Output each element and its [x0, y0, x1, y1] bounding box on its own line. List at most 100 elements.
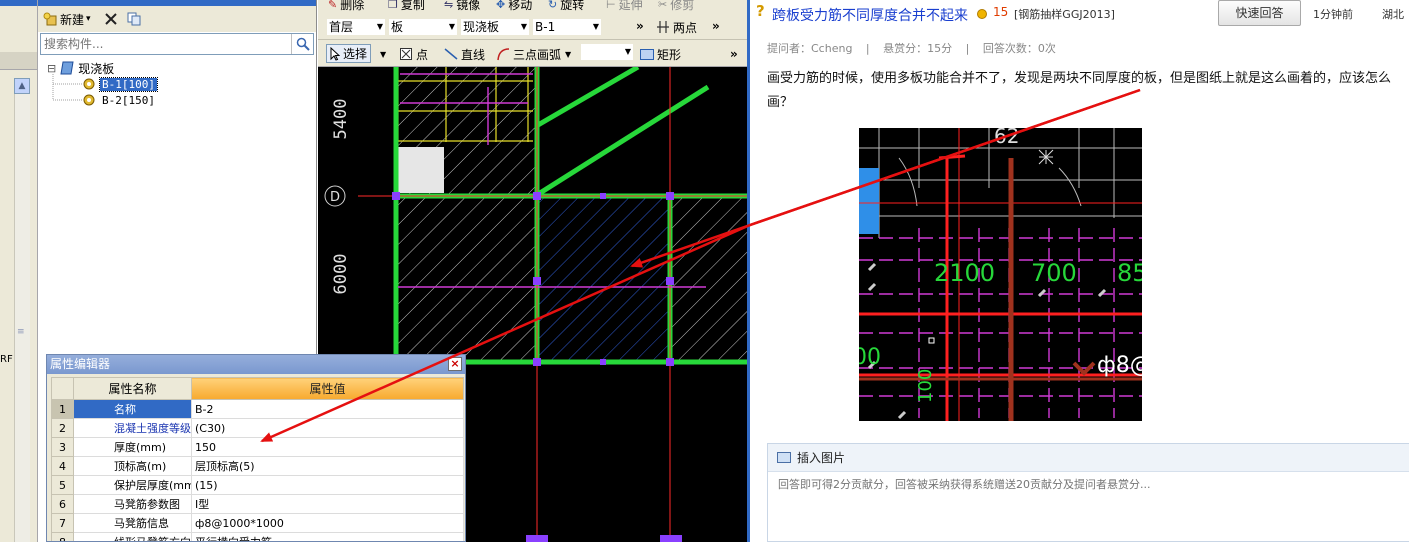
point-tool-button[interactable]: 点: [400, 44, 428, 64]
property-value-cell[interactable]: (15): [191, 475, 464, 495]
slab-b1[interactable]: [396, 197, 536, 362]
arc-tool-button[interactable]: 三点画弧 ▼: [496, 44, 571, 64]
select-tool-label: 选择: [343, 47, 368, 61]
tree-root-label: 现浇板: [78, 61, 115, 76]
extend-tool-icon: ⊢: [606, 0, 616, 11]
tree-item-label: B-2[150]: [102, 93, 155, 107]
new-dropdown-arrow[interactable]: ▾: [86, 14, 91, 24]
tree-item-b2[interactable]: B-2[150]: [82, 92, 157, 108]
meta-separator: |: [965, 42, 970, 55]
trim-tool-icon: ✂: [658, 0, 668, 11]
move-tool-button[interactable]: ✥ 移动: [496, 0, 532, 14]
toolbar-overflow-button[interactable]: »: [636, 16, 644, 36]
answer-input[interactable]: [778, 476, 1398, 536]
question-body: 画受力筋的时候，使用多板功能合并不了，发现是两块不同厚度的板，但是图纸上就是这么…: [767, 71, 1392, 110]
question-time: 1分钟前: [1313, 8, 1353, 21]
component-toolbar: 新建 ▾: [38, 6, 316, 32]
rectangle-icon: [640, 48, 654, 60]
trim-tool-button[interactable]: ✂ 修剪: [658, 0, 694, 14]
property-row[interactable]: 8线形马凳筋方向平行横向受力筋: [51, 532, 464, 541]
search-button[interactable]: [291, 34, 313, 54]
property-row[interactable]: 4 顶标高(m) 层顶标高(5): [51, 456, 464, 476]
slab-right[interactable]: [672, 197, 747, 362]
rect-tool-button[interactable]: 矩形: [640, 44, 681, 64]
row-index: 2: [51, 418, 74, 438]
rotate-tool-button[interactable]: ↻ 旋转: [548, 0, 584, 14]
search-input[interactable]: [41, 34, 289, 54]
property-row[interactable]: 5 保护层厚度(mm) (15): [51, 475, 464, 495]
delete-component-button[interactable]: [104, 10, 118, 28]
row-index: 5: [51, 475, 74, 495]
tree-root[interactable]: ⊟ 现浇板: [47, 60, 116, 76]
left-scrollbar[interactable]: [14, 78, 30, 542]
reward-score: 15: [993, 5, 1009, 19]
row-index: 1: [51, 399, 74, 419]
image-icon: [777, 452, 791, 463]
two-point-button[interactable]: 两点: [656, 17, 697, 37]
floor-select-value: 首层: [329, 20, 354, 34]
extend-tool-button[interactable]: ⊢ 延伸: [606, 0, 643, 14]
attachment-blue-block: [859, 168, 879, 234]
select-tool-button[interactable]: 选择: [326, 44, 372, 63]
property-value-cell[interactable]: ф8@1000*1000: [191, 513, 464, 533]
tree-item-b1[interactable]: B-1[100]: [82, 76, 158, 92]
toolbar-overflow-button[interactable]: »: [712, 16, 720, 36]
new-component-label: 新建: [60, 12, 85, 27]
mirror-tool-icon: ⇋: [444, 0, 454, 11]
question-tag[interactable]: [钢筋抽样GGJ2013]: [1014, 6, 1115, 22]
attachment-dim-00: 00: [859, 345, 881, 370]
property-row[interactable]: 7 马凳筋信息 ф8@1000*1000: [51, 513, 464, 533]
property-value-cell[interactable]: 平行横向受力筋: [191, 532, 464, 541]
chevron-down-icon: ▼: [624, 47, 631, 56]
toolbar-overflow-button[interactable]: »: [730, 44, 738, 64]
answer-editor: 插入图片: [767, 443, 1409, 542]
line-tool-button[interactable]: 直线: [444, 44, 485, 64]
component-select-value: B-1: [535, 20, 556, 34]
property-value-cell[interactable]: Ⅰ型: [191, 494, 464, 514]
property-row[interactable]: 6 马凳筋参数图 Ⅰ型: [51, 494, 464, 514]
attachment-dim-2100: 2100: [934, 259, 995, 287]
property-row[interactable]: 2 混凝土强度等级 (C30): [51, 418, 464, 438]
dim-5400: 5400: [331, 99, 351, 140]
property-row[interactable]: 1 名称 B-2: [51, 399, 464, 419]
select-dropdown-arrow[interactable]: ▼: [380, 44, 386, 64]
scroll-up-button[interactable]: ▲: [14, 78, 30, 94]
slab-b2[interactable]: [538, 197, 670, 362]
copy-component-button[interactable]: [126, 10, 142, 28]
property-editor-titlebar[interactable]: 属性编辑器 ×: [47, 355, 465, 374]
new-component-button[interactable]: 新建 ▾: [42, 10, 91, 28]
category-select[interactable]: 板 ▼: [388, 18, 458, 36]
arc-dropdown-arrow[interactable]: ▼: [565, 50, 571, 59]
left-strip-label: RF: [0, 354, 13, 365]
component-select[interactable]: B-1 ▼: [532, 18, 602, 36]
row-index: 3: [51, 437, 74, 457]
question-attachment-image[interactable]: 2100 700 85 100 00 ф8@ 62: [859, 128, 1142, 421]
arc-param-select[interactable]: ▼: [580, 43, 634, 61]
point-box-icon: [400, 48, 412, 60]
property-value-cell[interactable]: 150: [191, 437, 464, 457]
type-select[interactable]: 现浇板 ▼: [460, 18, 530, 36]
delete-tool-icon: ✎: [328, 0, 338, 11]
index-header: [51, 377, 74, 400]
mirror-tool-button[interactable]: ⇋ 镜像: [444, 0, 480, 14]
property-value-cell[interactable]: B-2: [191, 399, 464, 419]
close-icon[interactable]: ×: [448, 357, 462, 371]
insert-image-button[interactable]: 插入图片: [797, 449, 845, 466]
delete-tool-button[interactable]: ✎ 删除: [328, 0, 364, 14]
question-title[interactable]: 跨板受力筋不同厚度合并不起来: [772, 5, 968, 25]
copy-icon: [127, 12, 141, 26]
slab-book-icon: [60, 61, 74, 75]
attachment-dim-700: 700: [1031, 259, 1077, 287]
property-value-cell[interactable]: 层顶标高(5): [191, 456, 464, 476]
copy-tool-button[interactable]: ❐ 复制: [388, 0, 425, 14]
property-value-cell[interactable]: (C30): [191, 418, 464, 438]
component-search: [40, 33, 314, 55]
property-name-cell: 保护层厚度(mm): [73, 475, 192, 495]
copy-tool-icon: ❐: [388, 0, 398, 11]
property-name-cell: 混凝土强度等级: [73, 418, 192, 438]
property-row[interactable]: 3 厚度(mm) 150: [51, 437, 464, 457]
copy-tool-label: 复制: [400, 0, 425, 12]
floor-select[interactable]: 首层 ▼: [326, 18, 386, 36]
quick-answer-button[interactable]: 快速回答: [1218, 0, 1301, 26]
tree-expander[interactable]: ⊟: [47, 62, 56, 75]
